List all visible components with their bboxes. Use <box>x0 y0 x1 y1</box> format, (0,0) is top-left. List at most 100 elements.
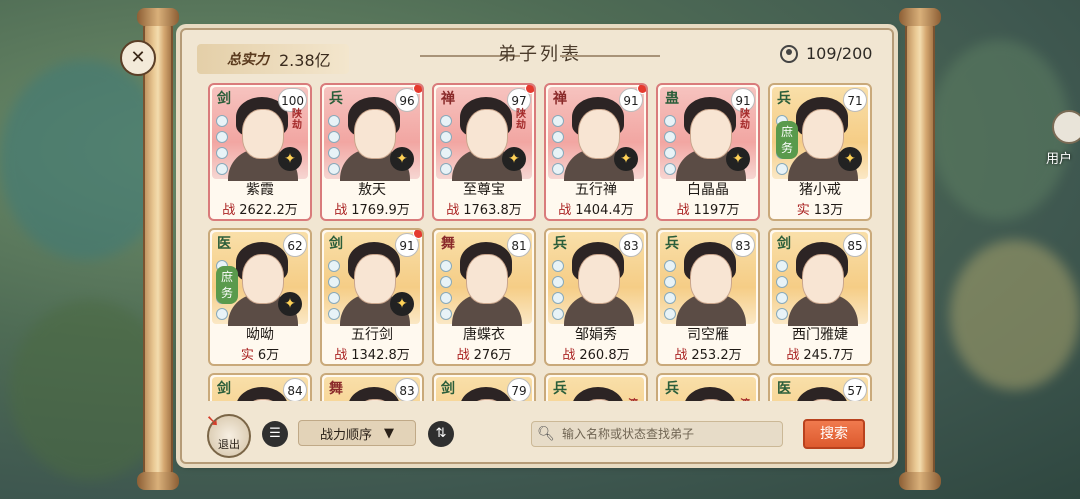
disciple-card[interactable]: 舞 83 <box>320 373 424 401</box>
exit-label: 退出 <box>218 438 240 451</box>
sect-type-badge: 剑 <box>217 381 231 397</box>
disciple-card[interactable]: 兵 96 ✦ 敖天战 1769.9万 <box>320 83 424 221</box>
level-badge: 84 <box>283 378 307 401</box>
stat-value: 276万 <box>473 348 512 363</box>
stat-key: 战 <box>676 203 690 218</box>
notification-dot <box>413 230 422 239</box>
sort-order-toggle-icon[interactable]: ⇅ <box>428 421 454 447</box>
disciple-card[interactable]: 禅 97 陕劫 ✦ 至尊宝战 1763.8万 <box>432 83 536 221</box>
sect-type-badge: 剑 <box>217 91 231 107</box>
stat-value: 1763.8万 <box>463 203 522 218</box>
user-center-icon[interactable] <box>1052 110 1080 144</box>
user-center-label[interactable]: 用户 <box>1046 148 1072 167</box>
level-badge: 57 <box>843 378 867 401</box>
disciple-stat: 战 1197万 <box>658 199 758 218</box>
sect-type-badge: 兵 <box>553 236 567 252</box>
disciple-name: 西门雅婕 <box>792 327 848 343</box>
stat-key: 战 <box>222 203 236 218</box>
background-roof-right <box>930 40 1070 220</box>
portrait-face <box>802 109 844 159</box>
sect-type-badge: 禅 <box>553 91 567 107</box>
disciple-card[interactable]: 剑 79 <box>432 373 536 401</box>
sect-type-badge: 医 <box>777 381 791 397</box>
disciple-name: 呦呦 <box>246 327 274 343</box>
stat-value: 2622.2万 <box>239 203 298 218</box>
scroll-rod-left <box>137 8 179 490</box>
disciple-count-value: 109/200 <box>806 44 873 63</box>
level-badge: 83 <box>731 233 755 257</box>
disciple-stat: 战 253.2万 <box>658 344 758 363</box>
stat-key: 战 <box>786 348 800 363</box>
sect-type-badge: 兵 <box>665 381 679 397</box>
intern-tag: 庶务 <box>776 121 798 159</box>
disciple-card[interactable]: 兵 83 邹娟秀战 260.8万 <box>544 228 648 366</box>
stat-key: 战 <box>334 203 348 218</box>
star-icon: ✦ <box>390 147 414 171</box>
disciple-name: 邹娟秀 <box>575 327 617 343</box>
disciple-stat: 战 1763.8万 <box>434 199 534 218</box>
disciple-name: 紫霞 <box>246 182 274 198</box>
sect-type-badge: 禅 <box>441 91 455 107</box>
sect-type-badge: 兵 <box>777 91 791 107</box>
stat-value: 1769.9万 <box>351 203 410 218</box>
disciple-card[interactable]: 兵 83 司空雁战 253.2万 <box>656 228 760 366</box>
disciple-card[interactable]: 禅 91 ✦ 五行禅战 1404.4万 <box>544 83 648 221</box>
search-input[interactable] <box>560 426 774 442</box>
list-filter-icon[interactable]: ☰ <box>262 421 288 447</box>
disciple-name: 唐蝶衣 <box>463 327 505 343</box>
disciple-card[interactable]: 兵渡劫 <box>544 373 648 401</box>
portrait-face <box>354 254 396 304</box>
stat-key: 战 <box>558 203 572 218</box>
disciple-card[interactable]: 医 57 <box>768 373 872 401</box>
disciple-stat: 战 276万 <box>434 344 534 363</box>
level-badge: 62 <box>283 233 307 257</box>
intern-tag: 庶务 <box>216 266 238 304</box>
sort-dropdown[interactable]: 战力顺序 ▼ <box>298 420 416 446</box>
sect-type-badge: 蛊 <box>665 91 679 107</box>
search-button[interactable]: 搜索 <box>803 419 865 449</box>
disciple-name: 五行禅 <box>575 182 617 198</box>
portrait-face <box>690 109 732 159</box>
disciple-stat: 战 1342.8万 <box>322 344 422 363</box>
background-pavilion <box>950 240 1080 390</box>
portrait-face <box>578 109 620 159</box>
skill-pips <box>328 260 340 324</box>
sect-type-badge: 舞 <box>329 381 343 397</box>
scroll-rod-right <box>899 8 941 490</box>
portrait-face <box>802 254 844 304</box>
disciple-card[interactable]: 舞 81 唐蝶衣战 276万 <box>432 228 536 366</box>
disciple-card[interactable]: 剑 85 西门雅婕战 245.7万 <box>768 228 872 366</box>
portrait-face <box>466 109 508 159</box>
exit-arrow-icon: ➘ <box>206 411 220 430</box>
disciple-card[interactable]: 蛊 91 陕劫 ✦ 白晶晶战 1197万 <box>656 83 760 221</box>
disciple-stat: 实 13万 <box>770 199 870 218</box>
level-badge: 85 <box>843 233 867 257</box>
person-icon <box>780 44 798 63</box>
disciple-stat: 战 245.7万 <box>770 344 870 363</box>
disciple-card[interactable]: 兵渡劫 <box>656 373 760 401</box>
sect-type-badge: 兵 <box>553 381 567 397</box>
fate-tag: 陕劫 <box>292 109 302 131</box>
disciple-name: 猪小戒 <box>799 182 841 198</box>
disciple-grid[interactable]: 剑 100 陕劫 ✦ 紫霞战 2622.2万兵 96 ✦ 敖天战 1769.9万禅 97 陕劫 ✦ 至尊宝… <box>208 83 876 401</box>
disciple-name: 至尊宝 <box>463 182 505 198</box>
sect-type-badge: 兵 <box>665 236 679 252</box>
stat-value: 260.8万 <box>579 348 630 363</box>
skill-pips <box>552 260 564 324</box>
search-box[interactable]: 🔍︎ <box>531 421 783 447</box>
close-pin-icon[interactable]: ✕ <box>120 40 156 76</box>
fate-tag: 渡劫 <box>738 399 752 401</box>
disciple-card[interactable]: 剑 91 ✦ 五行剑战 1342.8万 <box>320 228 424 366</box>
star-icon: ✦ <box>838 147 862 171</box>
disciple-card[interactable]: 剑 84 <box>208 373 312 401</box>
disciple-card[interactable]: 兵 71 庶务 ✦ 猪小戒实 13万 <box>768 83 872 221</box>
stat-value: 1404.4万 <box>575 203 634 218</box>
fate-tag: 陕劫 <box>516 109 526 131</box>
disciple-name: 五行剑 <box>351 327 393 343</box>
level-badge: 83 <box>395 378 419 401</box>
stat-value: 245.7万 <box>803 348 854 363</box>
disciple-stat: 实 6万 <box>210 344 310 363</box>
disciple-card[interactable]: 剑 100 陕劫 ✦ 紫霞战 2622.2万 <box>208 83 312 221</box>
disciple-card[interactable]: 医 62 庶务 ✦ 呦呦实 6万 <box>208 228 312 366</box>
sect-type-badge: 剑 <box>329 236 343 252</box>
